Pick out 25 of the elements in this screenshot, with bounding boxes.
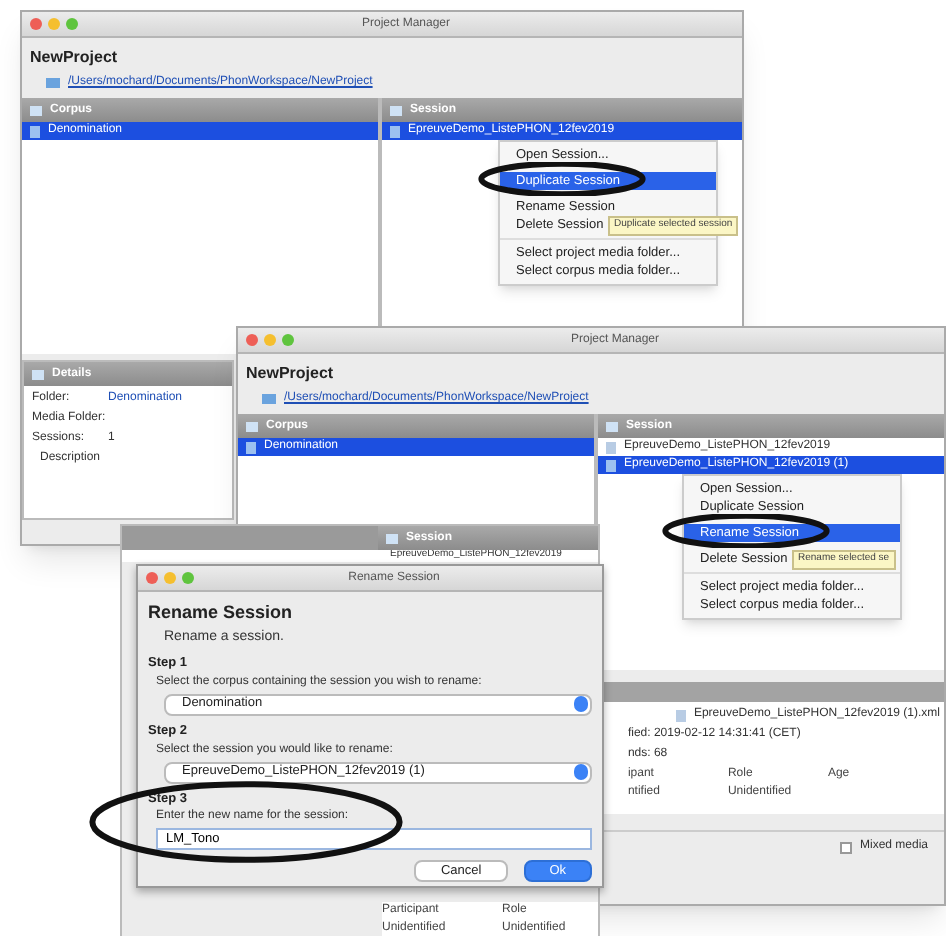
file-icon xyxy=(246,441,256,453)
zoom-icon[interactable] xyxy=(66,18,78,30)
checkbox[interactable] xyxy=(839,841,852,853)
file-icon xyxy=(390,125,400,137)
folder-icon xyxy=(262,394,276,404)
close-icon[interactable] xyxy=(246,334,258,346)
folder-icon xyxy=(46,78,60,88)
folder-icon xyxy=(386,533,398,543)
minimize-icon[interactable] xyxy=(164,572,176,584)
close-icon[interactable] xyxy=(146,572,158,584)
minimize-icon[interactable] xyxy=(264,334,276,346)
close-icon[interactable] xyxy=(30,18,42,30)
folder-icon xyxy=(30,105,42,115)
file-icon xyxy=(675,709,686,721)
folder-icon xyxy=(606,421,618,431)
file-icon xyxy=(30,125,40,137)
folder-icon xyxy=(246,421,258,431)
zoom-icon[interactable] xyxy=(182,572,194,584)
project-name: NewProject xyxy=(30,46,120,70)
dialog-heading: Rename Session xyxy=(148,600,295,626)
folder-icon xyxy=(390,105,402,115)
zoom-icon[interactable] xyxy=(282,334,294,346)
minimize-icon[interactable] xyxy=(48,18,60,30)
folder-icon xyxy=(32,369,44,379)
project-name: NewProject xyxy=(246,362,336,386)
